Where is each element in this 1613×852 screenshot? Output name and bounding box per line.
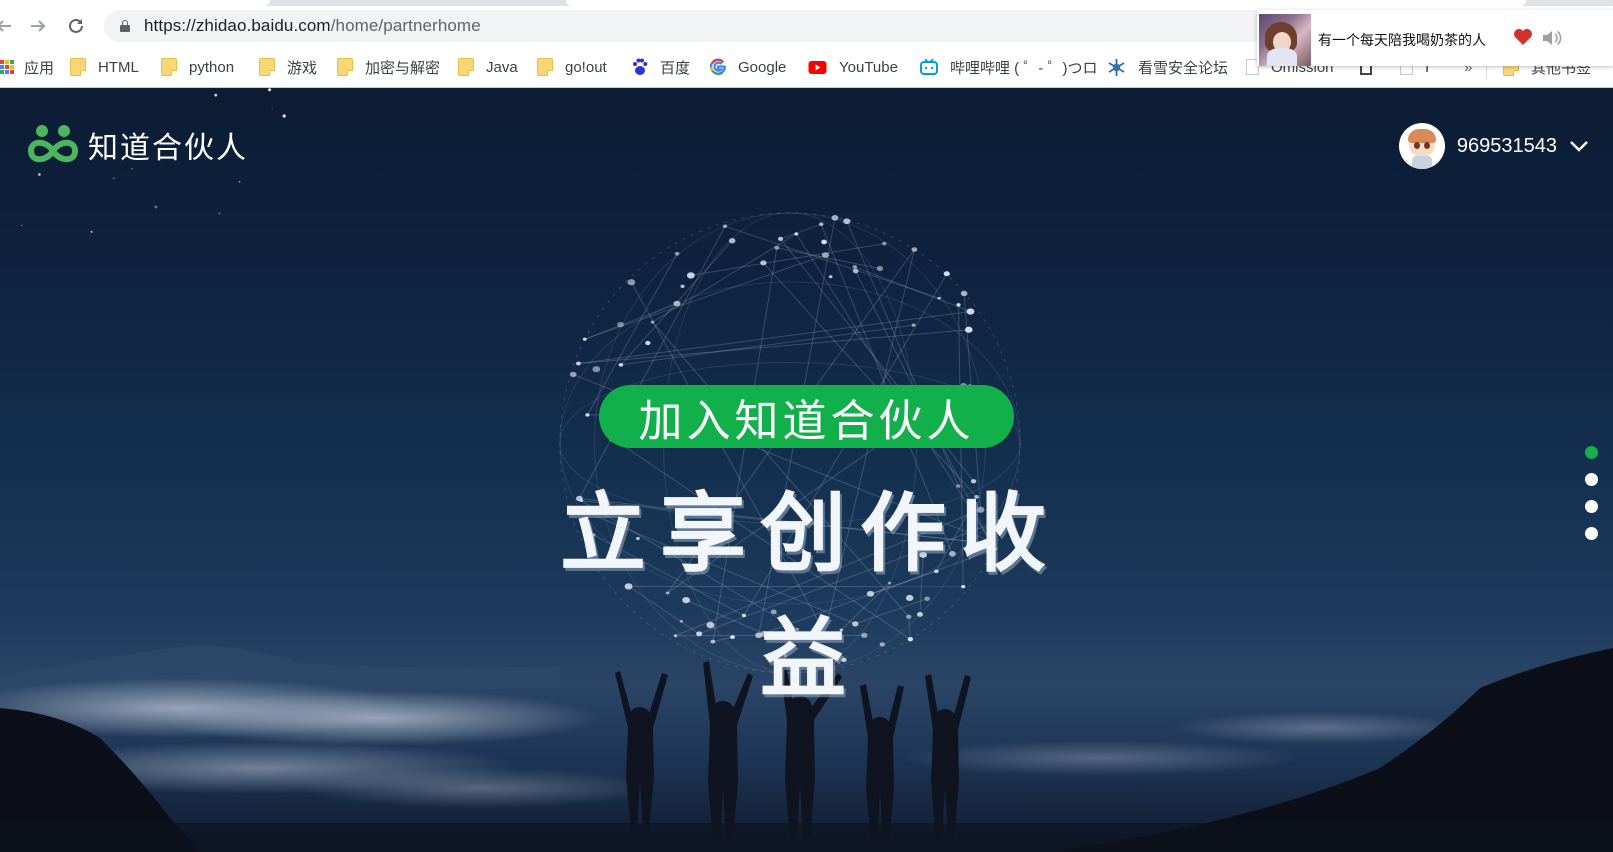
slide-dot[interactable] bbox=[1585, 527, 1598, 540]
folder-icon bbox=[161, 58, 177, 76]
chevron-down-icon[interactable] bbox=[1569, 139, 1589, 153]
join-partner-button[interactable]: 加入知道合伙人 bbox=[599, 385, 1014, 448]
bookmark-label: Java bbox=[486, 58, 518, 76]
google-g-icon bbox=[709, 58, 727, 76]
music-player-popup[interactable]: 有一个每天陪我喝奶茶的人 bbox=[1257, 10, 1613, 66]
bookmark-crypto[interactable]: 加密与解密 bbox=[337, 55, 440, 79]
url-host: https://zhidao.baidu.com bbox=[144, 16, 331, 35]
bookmark-goout[interactable]: go!out bbox=[537, 55, 607, 79]
bookmark-label: 应用 bbox=[24, 59, 55, 77]
folder-icon bbox=[259, 58, 275, 76]
bilibili-tv-icon bbox=[920, 58, 938, 76]
arrow-left-icon bbox=[0, 20, 11, 32]
folder-icon bbox=[337, 58, 353, 76]
bookmark-java[interactable]: Java bbox=[458, 55, 518, 79]
bookmark-label: HTML bbox=[98, 58, 139, 76]
avatar[interactable] bbox=[1398, 123, 1445, 169]
arrow-right-icon bbox=[31, 20, 46, 32]
bookmark-html[interactable]: HTML bbox=[70, 55, 139, 79]
bookmark-label: 游戏 bbox=[287, 59, 318, 77]
bookmark-label: Google bbox=[738, 58, 787, 76]
bookmark-label: 哔哩哔哩 ( ゜- ゜)つロ bbox=[950, 59, 1098, 77]
baidu-paw-icon bbox=[632, 58, 648, 76]
bookmark-youtube[interactable]: YouTube bbox=[808, 55, 898, 79]
folder-icon bbox=[458, 58, 474, 76]
back-button[interactable] bbox=[0, 12, 18, 40]
url-text[interactable]: https://zhidao.baidu.com/home/partnerhom… bbox=[144, 16, 481, 36]
url-path: /home/partnerhome bbox=[330, 16, 481, 35]
bookmark-label: 加密与解密 bbox=[365, 59, 441, 77]
bookmark-apps[interactable]: 应用 bbox=[0, 55, 54, 79]
slide-dot[interactable] bbox=[1585, 500, 1598, 513]
bookmark-label: 百度 bbox=[660, 59, 691, 77]
album-cover bbox=[1259, 14, 1311, 66]
snowflake-icon bbox=[1107, 58, 1126, 76]
lock-icon bbox=[120, 20, 130, 32]
bookmark-games[interactable]: 游戏 bbox=[259, 55, 317, 79]
song-title: 有一个每天陪我喝奶茶的人 bbox=[1318, 32, 1486, 48]
youtube-icon bbox=[808, 58, 827, 76]
reload-icon bbox=[69, 18, 83, 33]
forward-button[interactable] bbox=[24, 12, 52, 40]
slide-dot[interactable] bbox=[1585, 473, 1598, 486]
bookmark-label: YouTube bbox=[839, 58, 898, 76]
bookmark-label: python bbox=[189, 58, 235, 76]
slide-dot[interactable] bbox=[1585, 446, 1598, 459]
speaker-icon[interactable] bbox=[1541, 29, 1563, 47]
folder-icon bbox=[537, 58, 553, 76]
hero-banner: 知道合伙人 969531543 加入知道合伙人 立享创作收益 bbox=[0, 88, 1613, 852]
username[interactable]: 969531543 bbox=[1457, 135, 1557, 158]
folder-icon bbox=[70, 58, 86, 76]
bookmark-google[interactable]: Google bbox=[709, 55, 787, 79]
infinity-logo-icon bbox=[26, 124, 80, 166]
slide-indicator bbox=[1585, 446, 1599, 554]
apps-grid-icon bbox=[0, 60, 14, 74]
logo-text: 知道合伙人 bbox=[88, 132, 248, 165]
bookmark-kanxue[interactable]: 看雪安全论坛 bbox=[1107, 55, 1228, 79]
headline: 立享创作收益 bbox=[560, 486, 1060, 707]
bookmark-label: 看雪安全论坛 bbox=[1138, 59, 1229, 77]
user-menu[interactable]: 969531543 bbox=[1398, 123, 1589, 169]
logo[interactable]: 知道合伙人 bbox=[26, 123, 248, 167]
heart-icon[interactable] bbox=[1513, 28, 1533, 46]
bookmark-bilibili[interactable]: 哔哩哔哩 ( ゜- ゜)つロ bbox=[920, 55, 1098, 79]
bookmark-python[interactable]: python bbox=[161, 55, 234, 79]
bookmark-label: go!out bbox=[565, 58, 607, 76]
reload-button[interactable] bbox=[62, 12, 90, 40]
bookmark-baidu[interactable]: 百度 bbox=[632, 55, 690, 79]
